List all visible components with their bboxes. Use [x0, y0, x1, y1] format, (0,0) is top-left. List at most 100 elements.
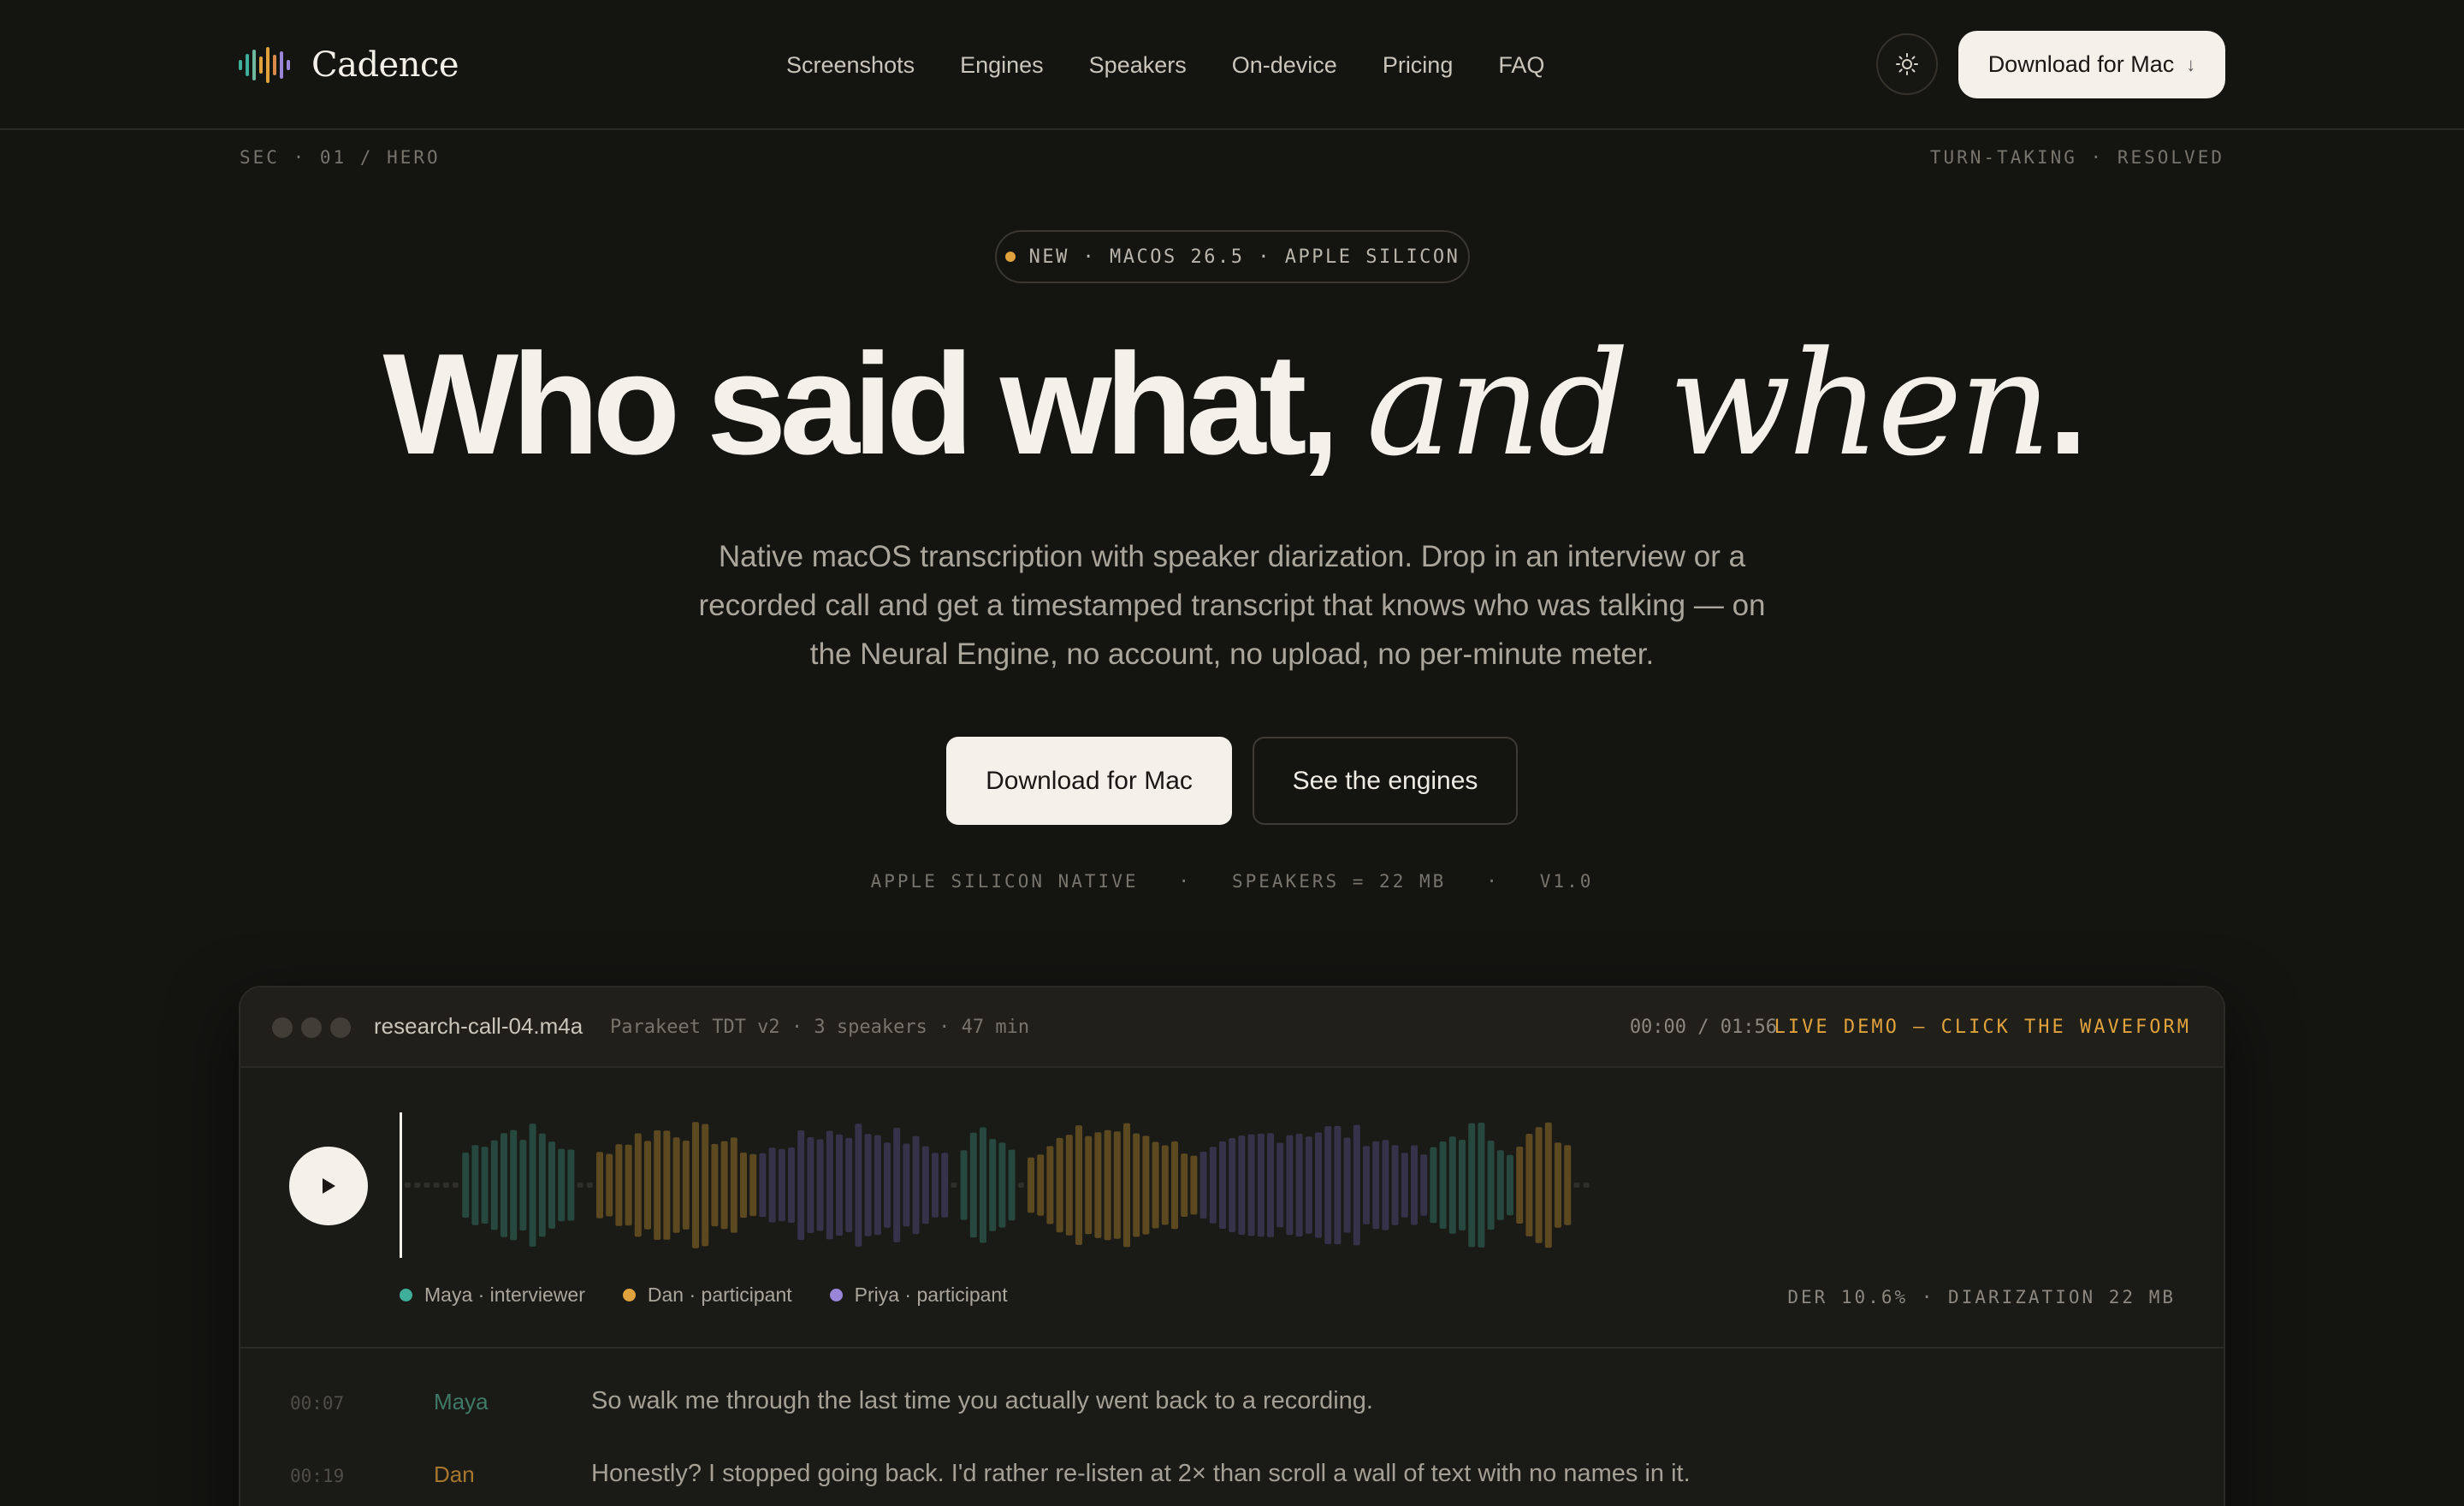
waveform-bar[interactable] — [538, 1133, 546, 1237]
waveform-bar[interactable] — [672, 1137, 680, 1233]
waveform-bar[interactable] — [1535, 1127, 1543, 1243]
waveform-bar[interactable] — [548, 1141, 555, 1229]
waveform-bar[interactable] — [1276, 1142, 1284, 1228]
waveform-bar[interactable] — [1094, 1132, 1102, 1238]
nav-pricing[interactable]: Pricing — [1383, 52, 1454, 79]
waveform-bar[interactable] — [1391, 1145, 1399, 1225]
waveform-bar[interactable] — [1267, 1133, 1274, 1237]
waveform-bar[interactable] — [1056, 1137, 1063, 1233]
waveform-bar[interactable] — [1152, 1141, 1159, 1229]
waveform-bar[interactable] — [1343, 1137, 1351, 1233]
waveform-bar[interactable] — [1507, 1154, 1513, 1216]
waveform-bar[interactable] — [433, 1183, 440, 1188]
nav-on-device[interactable]: On-device — [1232, 52, 1337, 79]
waveform-bar[interactable] — [1238, 1135, 1246, 1235]
waveform-bar[interactable] — [884, 1142, 891, 1228]
waveform-bar[interactable] — [1544, 1122, 1552, 1248]
theme-toggle-button[interactable] — [1876, 33, 1938, 95]
waveform-bar[interactable] — [932, 1153, 939, 1218]
waveform-bar[interactable] — [1487, 1141, 1495, 1230]
waveform-bar[interactable] — [1046, 1146, 1054, 1224]
window-minimize-icon[interactable] — [301, 1017, 322, 1038]
window-zoom-icon[interactable] — [330, 1017, 351, 1038]
nav-engines[interactable]: Engines — [960, 52, 1044, 79]
waveform-bar[interactable] — [1401, 1153, 1408, 1218]
waveform-bar[interactable] — [453, 1183, 459, 1188]
waveform-bar[interactable] — [969, 1132, 977, 1238]
waveform-bar[interactable] — [730, 1137, 737, 1233]
waveform-bar[interactable] — [596, 1152, 603, 1218]
waveform-bar[interactable] — [615, 1144, 623, 1226]
waveform-bar[interactable] — [1257, 1133, 1265, 1237]
transcript-row[interactable]: 00:07 Maya So walk me through the last t… — [240, 1378, 2224, 1429]
waveform-bar[interactable] — [1459, 1140, 1466, 1230]
waveform-bar[interactable] — [1286, 1135, 1294, 1236]
waveform-bar[interactable] — [1065, 1135, 1073, 1236]
waveform-bar[interactable] — [797, 1130, 805, 1241]
waveform-bar[interactable] — [586, 1183, 593, 1188]
nav-screenshots[interactable]: Screenshots — [786, 52, 915, 79]
waveform-bar[interactable] — [759, 1153, 767, 1218]
waveform-bar[interactable] — [1583, 1183, 1590, 1188]
waveform[interactable] — [400, 1112, 2179, 1258]
waveform-bar[interactable] — [768, 1147, 776, 1223]
waveform-bar[interactable] — [1161, 1145, 1169, 1225]
window-close-icon[interactable] — [272, 1017, 293, 1038]
header-download-button[interactable]: Download for Mac ↓ — [1958, 31, 2225, 98]
waveform-bar[interactable] — [1295, 1133, 1303, 1237]
brand-logo[interactable]: Cadence — [238, 39, 459, 91]
waveform-bar[interactable] — [1209, 1147, 1217, 1224]
waveform-bar[interactable] — [414, 1183, 421, 1188]
waveform-bar[interactable] — [845, 1137, 853, 1232]
waveform-bar[interactable] — [1382, 1140, 1389, 1230]
waveform-bar[interactable] — [1573, 1183, 1580, 1188]
waveform-bar[interactable] — [1525, 1134, 1533, 1236]
waveform-bar[interactable] — [606, 1153, 613, 1217]
transcript-row[interactable]: 00:19 Dan Honestly? I stopped going back… — [240, 1450, 2224, 1502]
waveform-bar[interactable] — [558, 1148, 566, 1222]
playhead[interactable] — [400, 1112, 402, 1258]
waveform-bar[interactable] — [1199, 1151, 1207, 1219]
waveform-bar[interactable] — [912, 1135, 920, 1235]
waveform-bar[interactable] — [1363, 1146, 1370, 1224]
waveform-bar[interactable] — [1411, 1145, 1418, 1225]
download-button[interactable]: Download for Mac — [946, 737, 1232, 825]
release-pill[interactable]: NEW · MACOS 26.5 · APPLE SILICON — [995, 230, 1470, 283]
waveform-bar[interactable] — [893, 1128, 901, 1242]
waveform-bar[interactable] — [951, 1183, 957, 1188]
waveform-bar[interactable] — [816, 1139, 824, 1231]
waveform-bar[interactable] — [1028, 1157, 1034, 1213]
waveform-bar[interactable] — [1190, 1155, 1198, 1215]
waveform-bar[interactable] — [1496, 1150, 1504, 1220]
waveform-bar[interactable] — [481, 1147, 489, 1224]
waveform-bar[interactable] — [874, 1135, 881, 1236]
waveform-bar[interactable] — [1075, 1125, 1082, 1245]
waveform-bar[interactable] — [519, 1140, 527, 1230]
waveform-bar[interactable] — [577, 1183, 583, 1188]
waveform-bar[interactable] — [989, 1139, 997, 1231]
waveform-bar[interactable] — [864, 1134, 872, 1236]
waveform-bar[interactable] — [1123, 1123, 1130, 1248]
waveform-bar[interactable] — [625, 1144, 632, 1226]
see-engines-button[interactable]: See the engines — [1253, 737, 1518, 825]
waveform-bar[interactable] — [778, 1148, 785, 1222]
waveform-bar[interactable] — [1448, 1136, 1456, 1234]
nav-speakers[interactable]: Speakers — [1089, 52, 1187, 79]
waveform-bar[interactable] — [424, 1183, 430, 1188]
waveform-bar[interactable] — [720, 1141, 728, 1230]
waveform-bar[interactable] — [749, 1153, 757, 1217]
waveform-bar[interactable] — [1017, 1183, 1024, 1188]
waveform-bar[interactable] — [1334, 1125, 1342, 1245]
waveform-bar[interactable] — [960, 1150, 968, 1220]
waveform-bar[interactable] — [1468, 1123, 1476, 1248]
waveform-bar[interactable] — [471, 1145, 479, 1225]
waveform-bar[interactable] — [998, 1142, 1006, 1228]
waveform-bar[interactable] — [1133, 1133, 1140, 1237]
waveform-bar[interactable] — [740, 1152, 747, 1218]
waveform-bar[interactable] — [1324, 1126, 1332, 1244]
waveform-bar[interactable] — [903, 1143, 910, 1227]
waveform-bar[interactable] — [1564, 1145, 1572, 1225]
waveform-bar[interactable] — [692, 1122, 699, 1248]
waveform-bar[interactable] — [1171, 1141, 1178, 1230]
waveform-bar[interactable] — [405, 1183, 411, 1188]
